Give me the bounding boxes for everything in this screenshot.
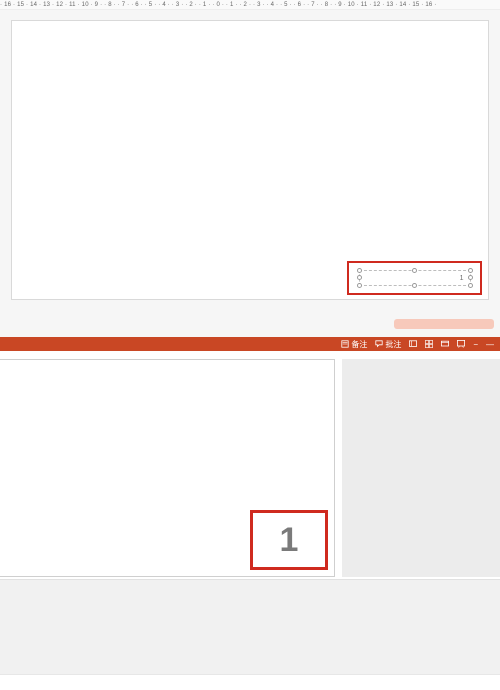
comments-button[interactable]: 批注 [375, 339, 401, 350]
zoom-slider-track: — [486, 340, 494, 349]
slide-canvas[interactable]: 1 [11, 20, 489, 300]
notes-icon [341, 340, 349, 348]
highlight-strip [394, 319, 494, 329]
notes-label: 备注 [351, 339, 367, 350]
comments-label: 批注 [385, 339, 401, 350]
handle-bottom-left[interactable] [357, 283, 362, 288]
zoom-slider[interactable]: — [486, 340, 494, 349]
status-bar: 备注 批注 − — [0, 337, 500, 351]
lower-padding [0, 579, 500, 674]
handle-top-right[interactable] [468, 268, 473, 273]
handle-middle-left[interactable] [357, 275, 362, 280]
handle-top-center[interactable] [412, 268, 417, 273]
preview-page-number-highlight: 1 [250, 510, 328, 570]
horizontal-ruler[interactable]: · 16 · 15 · 14 · 13 · 12 · 11 · 10 · 9 ·… [0, 0, 500, 10]
normal-view-icon [409, 340, 417, 348]
reading-view-icon [441, 340, 449, 348]
handle-bottom-center[interactable] [412, 283, 417, 288]
ruler-marks: · 16 · 15 · 14 · 13 · 12 · 11 · 10 · 9 ·… [0, 0, 436, 10]
handle-bottom-right[interactable] [468, 283, 473, 288]
zoom-out-button[interactable]: − [473, 340, 478, 349]
zoom-out-label: − [473, 340, 478, 349]
slide-sorter-icon [425, 340, 433, 348]
comments-icon [375, 340, 383, 348]
handle-top-left[interactable] [357, 268, 362, 273]
slide-sorter-button[interactable] [425, 340, 433, 348]
page-number-placeholder[interactable]: 1 [359, 270, 471, 286]
page-number-text: 1 [460, 275, 464, 282]
lower-area: 1 [0, 351, 500, 690]
normal-view-button[interactable] [409, 340, 417, 348]
page-number-highlight-box: 1 [347, 261, 482, 295]
slideshow-icon [457, 340, 465, 348]
under-canvas-area [0, 317, 500, 337]
slide-edit-area: 1 [0, 10, 500, 317]
notes-button[interactable]: 备注 [341, 339, 367, 350]
reading-view-button[interactable] [441, 340, 449, 348]
preview-notes-panel[interactable] [342, 359, 500, 577]
preview-row: 1 [0, 351, 500, 579]
preview-page-number: 1 [280, 521, 299, 560]
lower-bottom-bar [0, 674, 500, 690]
slideshow-button[interactable] [457, 340, 465, 348]
preview-slide[interactable]: 1 [0, 359, 335, 577]
handle-middle-right[interactable] [468, 275, 473, 280]
